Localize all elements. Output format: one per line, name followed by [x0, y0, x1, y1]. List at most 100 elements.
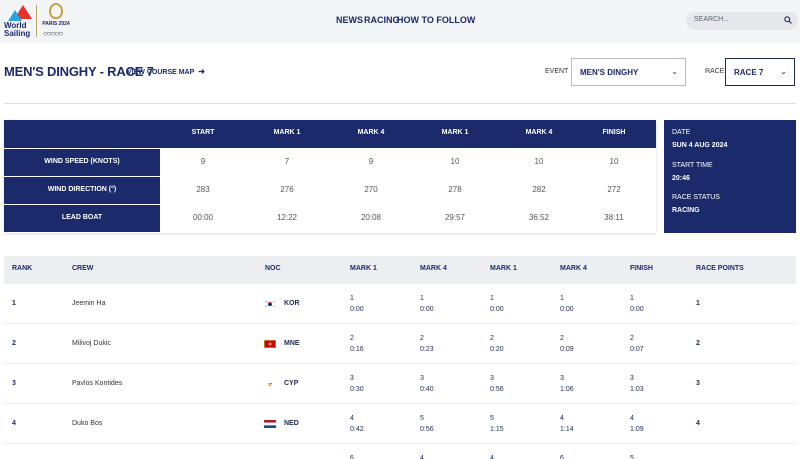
paris-2024-logo[interactable]: PARIS 2024 ○○○○○: [40, 3, 72, 41]
mark-value: 282: [532, 185, 546, 194]
table-row[interactable]: 3 Pavlos Kontides CYP 3 0:30 3 0:40 3 0:56 …: [4, 364, 796, 404]
mark-delta: 1:14: [560, 426, 574, 433]
mark-cell: 3 0:30: [350, 373, 364, 395]
search-icon[interactable]: [784, 16, 792, 24]
mark-col-header: FINISH: [602, 129, 626, 136]
mark-cell: 4 1:09: [630, 413, 644, 435]
rank: 1: [12, 300, 16, 307]
crew-name[interactable]: Duko Bos: [72, 420, 102, 427]
flag-mne-icon: [264, 340, 276, 348]
mark-cell: 4 1:14: [560, 413, 574, 435]
mark-value: 20:08: [360, 213, 382, 222]
mark-delta: 0:20: [490, 346, 504, 353]
event-select[interactable]: MEN'S DINGHY ⌄: [571, 58, 686, 86]
world-sailing-logo[interactable]: World Sailing: [4, 4, 40, 40]
divider: [4, 103, 796, 104]
mark-delta: 1:06: [560, 386, 574, 393]
search-placeholder: SEARCH...: [694, 16, 730, 23]
mark-position: 4: [420, 455, 424, 459]
rank: 3: [12, 380, 16, 387]
mark-cell: 2 0:16: [350, 333, 364, 355]
mark-delta: 0:00: [350, 306, 364, 313]
mark-delta: 1:03: [630, 386, 644, 393]
noc-code: CYP: [284, 380, 299, 387]
race-label: RACE: [705, 68, 725, 75]
mark-value: 38:11: [604, 213, 624, 222]
mark-value: 272: [607, 185, 621, 194]
col-crew[interactable]: CREW: [72, 265, 93, 272]
mark-delta: 0:00: [630, 306, 644, 313]
col-mark[interactable]: MARK 4: [560, 265, 587, 272]
view-course-map-link[interactable]: VIEW COURSE MAP ➜: [127, 67, 205, 76]
mark-delta: 1:15: [490, 426, 504, 433]
mark-value: 270: [364, 185, 378, 194]
mark-value: 10: [609, 157, 619, 166]
col-noc[interactable]: NOC: [265, 265, 281, 272]
race-points: 1: [696, 300, 700, 307]
mark-value: 29:57: [444, 213, 466, 222]
flag-ned-icon: [264, 420, 276, 428]
search-input[interactable]: SEARCH...: [686, 12, 798, 30]
table-row[interactable]: 6 4 4 6 5: [4, 444, 796, 459]
mark-delta: 0:42: [350, 426, 364, 433]
mark-value: 10: [534, 157, 544, 166]
mark-position: 3: [350, 375, 354, 382]
rank: 2: [12, 340, 16, 347]
col-mark[interactable]: MARK 1: [350, 265, 377, 272]
mark-position: 4: [490, 455, 494, 459]
race-select[interactable]: RACE 7 ⌄: [725, 58, 795, 86]
mark-col-header: START: [191, 129, 215, 136]
mark-col-header: MARK 1: [441, 129, 469, 136]
col-mark[interactable]: MARK 1: [490, 265, 517, 272]
row-label-wind-direction: WIND DIRECTION (°): [4, 176, 160, 204]
nav-news[interactable]: NEWS: [336, 15, 363, 25]
mark-position: 3: [490, 375, 494, 382]
sail-blue-icon: [8, 10, 22, 21]
col-mark[interactable]: MARK 4: [420, 265, 447, 272]
mark-delta: 0:56: [420, 426, 434, 433]
noc-code: MNE: [284, 340, 300, 347]
mark-delta: 0:00: [420, 306, 434, 313]
chevron-down-icon: ⌄: [780, 67, 787, 76]
view-course-map-label: VIEW COURSE MAP: [127, 69, 195, 76]
date-value: SUN 4 AUG 2024: [672, 142, 728, 149]
race-status-label: RACE STATUS: [672, 194, 720, 201]
mark-position: 1: [350, 295, 354, 302]
nav-racing[interactable]: RACING: [364, 15, 400, 25]
mark-position: 3: [560, 375, 564, 382]
mark-position: 3: [630, 375, 634, 382]
col-race-points[interactable]: RACE POINTS: [696, 265, 744, 272]
results-header: [4, 256, 796, 284]
mark-col-header: MARK 4: [525, 129, 553, 136]
mark-delta: 0:30: [350, 386, 364, 393]
mark-position: 2: [350, 335, 354, 342]
crew-name[interactable]: Jeemin Ha: [72, 300, 105, 307]
flag-cyp-icon: [264, 380, 276, 388]
mark-value: 12:22: [276, 213, 298, 222]
paris-2024-emblem-icon: [49, 3, 63, 19]
mark-delta: 0:56: [490, 386, 504, 393]
col-rank[interactable]: RANK: [12, 265, 32, 272]
table-row[interactable]: 4 Duko Bos NED 4 0:42 5 0:56 5 1:15 4 1:14 4…: [4, 404, 796, 444]
col-finish[interactable]: FINISH: [630, 265, 653, 272]
row-label-lead-boat: LEAD BOAT: [4, 204, 160, 232]
row-label-wind-speed: WIND SPEED (KNOTS): [4, 148, 160, 176]
table-row[interactable]: 1 Jeemin Ha KOR 1 0:00 1 0:00 1 0:00 1 0:00 …: [4, 284, 796, 324]
mark-delta: 0:40: [420, 386, 434, 393]
mark-delta: 1:09: [630, 426, 644, 433]
mark-cell: 4 0:42: [350, 413, 364, 435]
mark-value: 9: [368, 157, 374, 166]
arrow-right-icon: ➜: [198, 67, 205, 76]
rank: 4: [12, 420, 16, 427]
race-select-value: RACE 7: [734, 68, 764, 77]
mark-position: 5: [420, 415, 424, 422]
nav-how-to-follow[interactable]: HOW TO FOLLOW: [397, 15, 475, 25]
mark-value: 7: [284, 157, 290, 166]
table-row[interactable]: 2 Milivoj Dukic MNE 2 0:16 2 0:23 2 0:20 2 0…: [4, 324, 796, 364]
crew-name[interactable]: Milivoj Dukic: [72, 340, 111, 347]
logo-divider: [36, 5, 37, 37]
mark-delta: 0:16: [350, 346, 364, 353]
mark-value: 278: [448, 185, 462, 194]
crew-name[interactable]: Pavlos Kontides: [72, 380, 122, 387]
race-status-value: RACING: [672, 207, 700, 214]
